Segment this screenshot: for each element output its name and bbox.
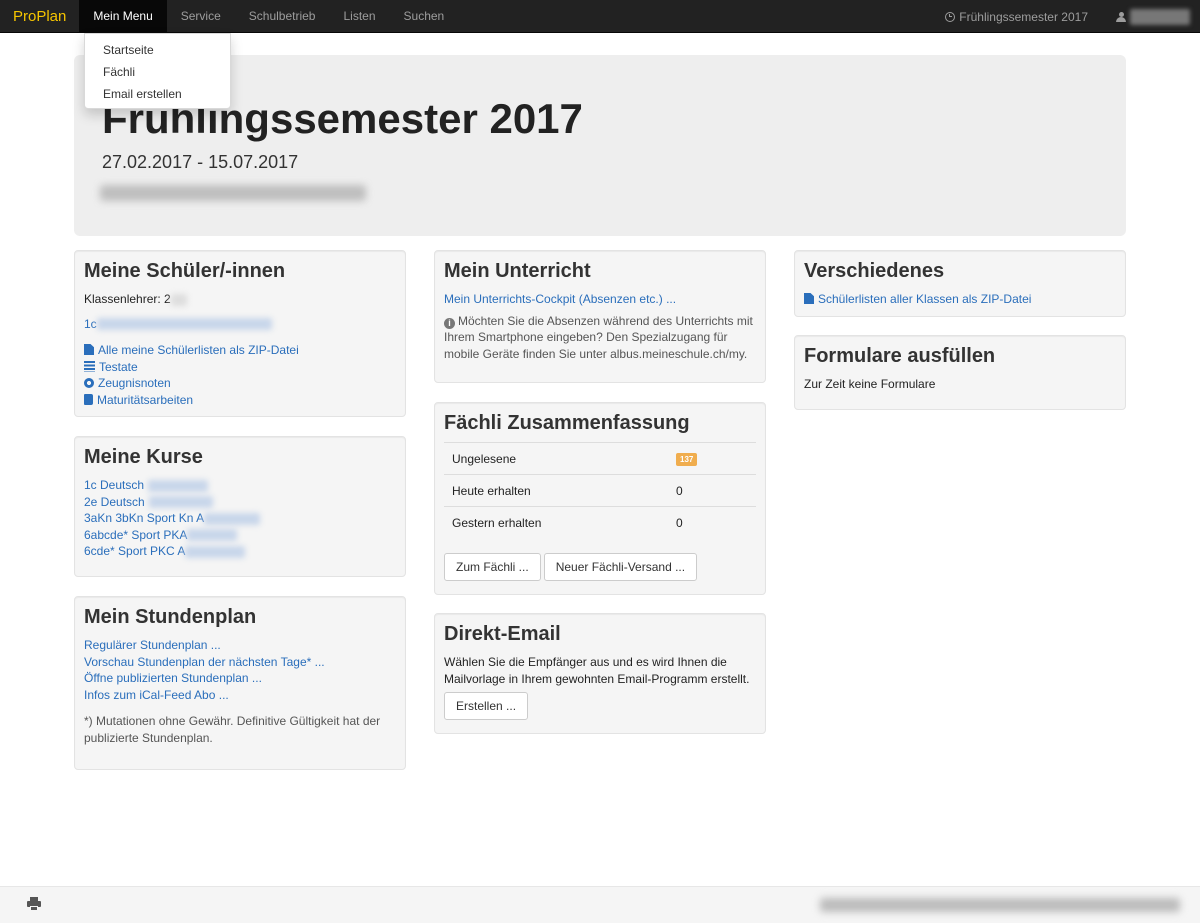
semester-label: Frühlingssemester 2017 [959, 9, 1088, 24]
row-label: Ungelesene [444, 442, 668, 475]
footer [0, 886, 1200, 923]
nav-mein-menu[interactable]: Mein Menu [79, 0, 167, 33]
link-regulaerer-stundenplan[interactable]: Regulärer Stundenplan ... [84, 637, 396, 654]
panel-title: Direkt-Email [444, 623, 561, 645]
user-menu[interactable] [1102, 8, 1200, 25]
formulare-text: Zur Zeit keine Formulare [804, 377, 936, 391]
dropdown-faechli[interactable]: Fächli [85, 61, 230, 83]
panel-mein-stundenplan: Mein Stundenplan Regulärer Stundenplan .… [74, 596, 406, 770]
row-value: 0 [668, 506, 756, 539]
nav-schulbetrieb[interactable]: Schulbetrieb [235, 0, 330, 33]
nav-service[interactable]: Service [167, 0, 235, 33]
stundenplan-note: *) Mutationen ohne Gewähr. Definitive Gü… [84, 714, 381, 745]
panel-title: Meine Schüler/-innen [84, 260, 286, 282]
link-publizierter-stundenplan[interactable]: Öffne publizierten Stundenplan ... [84, 670, 396, 687]
row-value: 0 [668, 474, 756, 507]
neuer-faechli-versand-button[interactable]: Neuer Fächli-Versand ... [543, 552, 698, 581]
link-unterrichts-cockpit[interactable]: Mein Unterrichts-Cockpit (Absenzen etc.)… [444, 291, 756, 308]
smartphone-info: i Möchten Sie die Absenzen während des Un… [444, 313, 753, 361]
footer-info-redacted [820, 898, 1180, 912]
info-icon: i [444, 317, 455, 329]
panel-meine-schueler: Meine Schüler/-innen Klassenlehrer: 2 1c… [74, 250, 406, 417]
dropdown-startseite[interactable]: Startseite [85, 39, 230, 61]
panel-title: Fächli Zusammenfassung [444, 412, 690, 434]
row-value: 137 [668, 442, 756, 475]
kurs-item[interactable]: 1c Deutsch [84, 477, 396, 494]
top-navbar: ProPlan Mein Menu Service Schulbetrieb L… [0, 0, 1200, 33]
panel-title: Meine Kurse [84, 446, 203, 468]
faechli-summary-table: Ungelesene 137 Heute erhalten 0 Gestern … [444, 442, 756, 539]
link-testate[interactable]: Testate [84, 359, 396, 376]
table-row: Ungelesene 137 [444, 442, 756, 475]
kurs-item[interactable]: 2e Deutsch [84, 494, 396, 511]
clock-icon [945, 11, 956, 22]
link-vorschau-stundenplan[interactable]: Vorschau Stundenplan der nächsten Tage* … [84, 654, 396, 671]
dropdown-email-erstellen[interactable]: Email erstellen [85, 83, 230, 105]
panel-title: Verschiedenes [804, 260, 945, 282]
zum-faechli-button[interactable]: Zum Fächli ... [444, 552, 541, 581]
panel-title: Formulare ausfüllen [804, 345, 996, 367]
klasse-link[interactable]: 1c [84, 316, 396, 333]
table-row: Gestern erhalten 0 [444, 506, 756, 539]
gear-icon [84, 378, 94, 388]
panel-meine-kurse: Meine Kurse 1c Deutsch 2e Deutsch 3aKn 3… [74, 436, 406, 577]
printer-icon[interactable] [27, 897, 41, 911]
link-alle-schuelerlisten-zip[interactable]: Schülerlisten aller Klassen als ZIP-Date… [804, 291, 1116, 308]
link-ical-feed[interactable]: Infos zum iCal-Feed Abo ... [84, 687, 396, 704]
panel-title: Mein Stundenplan [84, 606, 257, 628]
link-zeugnisnoten[interactable]: Zeugnisnoten [84, 375, 396, 392]
kurs-item[interactable]: 6cde* Sport PKC A [84, 543, 396, 560]
brand-logo[interactable]: ProPlan [0, 0, 79, 33]
link-maturitaetsarbeiten[interactable]: Maturitätsarbeiten [84, 392, 396, 409]
navbar-right: Frühlingssemester 2017 [931, 0, 1200, 33]
panel-mein-unterricht: Mein Unterricht Mein Unterrichts-Cockpit… [434, 250, 766, 383]
nav-suchen[interactable]: Suchen [390, 0, 459, 33]
mein-menu-dropdown: Startseite Fächli Email erstellen [84, 33, 231, 109]
file-icon [804, 293, 814, 304]
semester-dates: 27.02.2017 - 15.07.2017 [102, 152, 299, 172]
user-icon [1116, 11, 1126, 22]
panel-verschiedenes: Verschiedenes Schülerlisten aller Klasse… [794, 250, 1126, 317]
file-icon [84, 344, 94, 355]
row-label: Heute erhalten [444, 474, 668, 507]
user-name-redacted [1130, 8, 1190, 25]
panel-faechli-zusammenfassung: Fächli Zusammenfassung Ungelesene 137 He… [434, 402, 766, 595]
erstellen-button[interactable]: Erstellen ... [444, 692, 529, 720]
direkt-email-text: Wählen Sie die Empfänger aus und es wird… [444, 655, 750, 686]
panel-direkt-email: Direkt-Email Wählen Sie die Empfänger au… [434, 613, 766, 734]
list-icon [84, 360, 95, 372]
link-schuelerlisten-zip[interactable]: Alle meine Schülerlisten als ZIP-Datei [84, 342, 396, 359]
semester-selector[interactable]: Frühlingssemester 2017 [931, 10, 1102, 24]
row-label: Gestern erhalten [444, 506, 668, 539]
nav-listen[interactable]: Listen [329, 0, 389, 33]
book-icon [84, 393, 93, 405]
kurs-item[interactable]: 3aKn 3bKn Sport Kn A [84, 510, 396, 527]
semester-header: Frühlingssemester 2017 27.02.2017 - 15.0… [74, 55, 1126, 236]
kurs-item[interactable]: 6abcde* Sport PKA [84, 527, 396, 544]
klassenlehrer-label: Klassenlehrer: 2 [84, 291, 396, 308]
panel-title: Mein Unterricht [444, 260, 591, 282]
unread-badge: 137 [676, 453, 698, 466]
table-row: Heute erhalten 0 [444, 474, 756, 507]
school-name-redacted [100, 185, 366, 201]
panel-formulare-ausfuellen: Formulare ausfüllen Zur Zeit keine Formu… [794, 335, 1126, 410]
